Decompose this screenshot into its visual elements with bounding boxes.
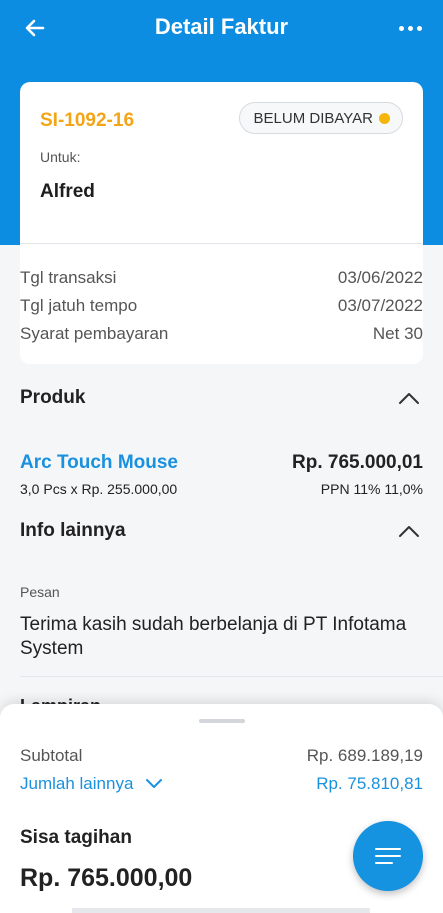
- detail-label: Syarat pembayaran: [20, 324, 169, 343]
- invoice-card: SI-1092-16 BELUM DIBAYAR Untuk: Alfred: [20, 82, 423, 364]
- other-amount-toggle[interactable]: Jumlah lainnya: [20, 774, 163, 794]
- remaining-value: Rp. 765.000,00: [20, 864, 193, 892]
- product-name[interactable]: Arc Touch Mouse: [20, 452, 178, 474]
- other-amount-value: Rp. 75.810,81: [316, 774, 423, 793]
- chevron-up-icon[interactable]: [395, 521, 423, 541]
- detail-value: 03/07/2022: [337, 296, 423, 315]
- detail-label: Tgl jatuh tempo: [20, 296, 138, 315]
- message-label: Pesan: [20, 584, 60, 600]
- drag-handle[interactable]: [199, 719, 245, 723]
- other-info-section-header[interactable]: Info lainnya: [20, 520, 423, 542]
- status-text: BELUM DIBAYAR: [253, 109, 373, 127]
- detail-row-payment-terms: Syarat pembayaran Net 30: [20, 324, 423, 344]
- chevron-up-icon[interactable]: [395, 388, 423, 408]
- subtotal-value: Rp. 689.189,19: [306, 746, 423, 765]
- status-dot-icon: [379, 112, 390, 124]
- status-badge: BELUM DIBAYAR: [238, 102, 403, 134]
- more-options-icon[interactable]: [395, 13, 425, 43]
- other-amount-label: Jumlah lainnya: [20, 774, 134, 793]
- product-quantity: 3,0 Pcs x Rp. 255.000,00: [20, 481, 178, 497]
- detail-value: Net 30: [372, 324, 423, 343]
- product-tax: PPN 11% 11,0%: [320, 481, 423, 497]
- menu-icon: [375, 847, 401, 865]
- subtotal-label: Subtotal: [20, 746, 83, 765]
- chevron-down-icon: [145, 778, 163, 790]
- menu-fab-button[interactable]: [353, 821, 423, 891]
- invoice-number: SI-1092-16: [40, 110, 135, 131]
- detail-row-transaction-date: Tgl transaksi 03/06/2022: [20, 268, 423, 288]
- products-section-header[interactable]: Produk: [20, 387, 423, 409]
- message-text: Terima kasih sudah berbelanja di PT Info…: [20, 614, 407, 659]
- detail-row-due-date: Tgl jatuh tempo 03/07/2022: [20, 296, 423, 316]
- remaining-label: Sisa tagihan: [20, 827, 132, 848]
- detail-value: 03/06/2022: [337, 268, 423, 287]
- for-label: Untuk:: [40, 149, 81, 165]
- product-price: Rp. 765.000,01: [292, 452, 423, 473]
- page-title: Detail Faktur: [154, 14, 289, 39]
- bottom-indicator: [72, 908, 370, 913]
- detail-label: Tgl transaksi: [20, 268, 117, 287]
- invoice-header: SI-1092-16 BELUM DIBAYAR Untuk: Alfred: [20, 82, 423, 244]
- customer-name: Alfred: [40, 181, 95, 202]
- other-info-title: Info lainnya: [20, 520, 126, 541]
- products-title: Produk: [20, 387, 86, 408]
- divider: [20, 676, 443, 677]
